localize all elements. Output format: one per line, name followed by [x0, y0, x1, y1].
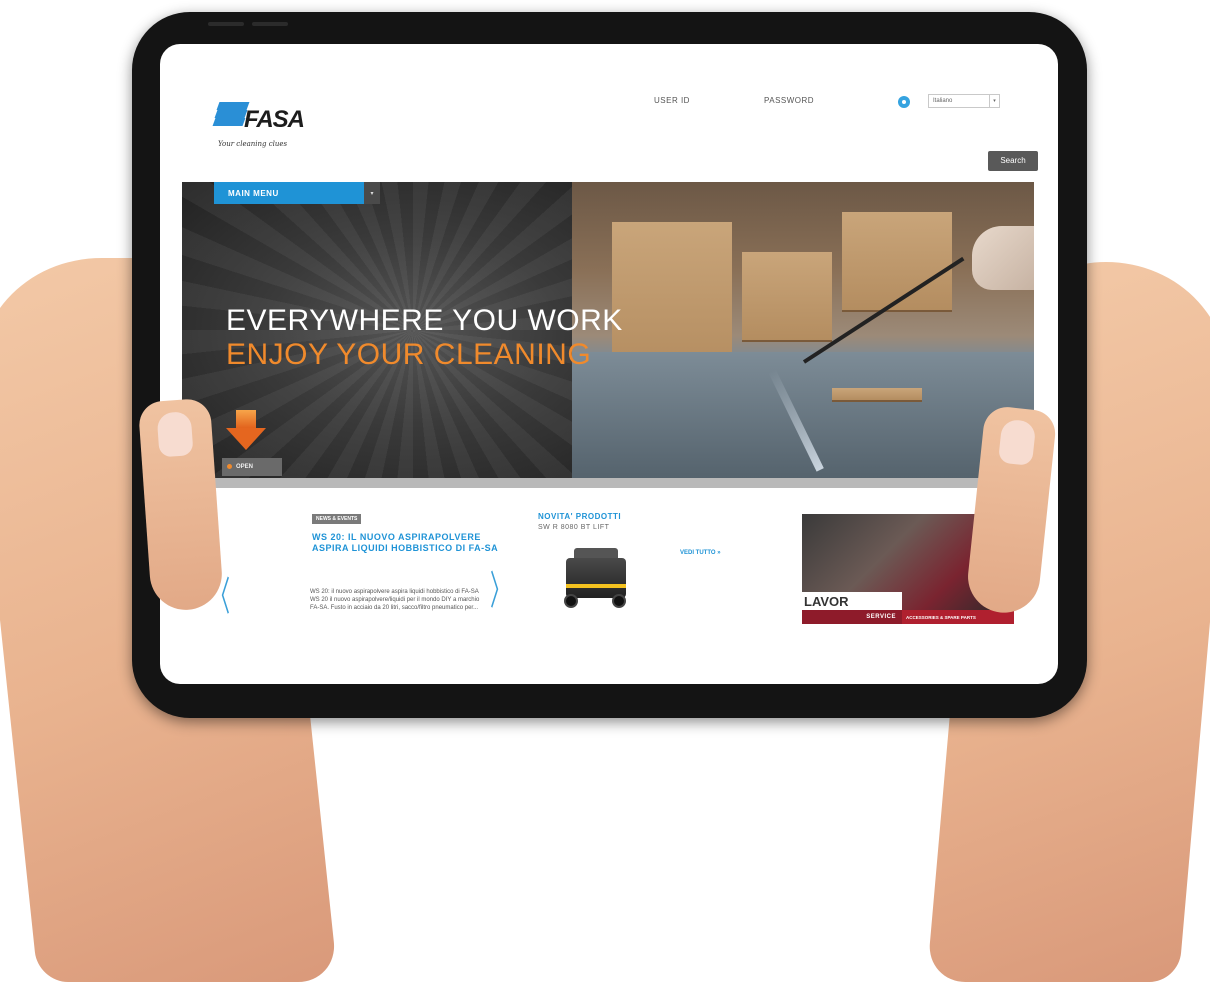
service-label[interactable]: SERVICE: [802, 610, 902, 624]
password-field[interactable]: PASSWORD: [764, 96, 814, 105]
wood-plank: [832, 388, 922, 402]
photo-stage: FASA Your cleaning clues USER ID PASSWOR…: [0, 0, 1210, 982]
hero-headline: EVERYWHERE YOU WORK: [226, 304, 623, 337]
logo-mark-icon: [212, 102, 250, 132]
user-id-field[interactable]: USER ID: [654, 96, 690, 105]
main-menu-button[interactable]: MAIN MENU: [214, 182, 364, 204]
hero-bottom-strip: [182, 478, 1034, 488]
hero-banner: MAIN MENU ▾ EVERYWHERE YOU WORK ENJOY YO…: [182, 182, 1034, 478]
wet-floor: [572, 352, 1034, 478]
scrubber-machine-image[interactable]: [558, 544, 634, 614]
settings-icon[interactable]: [898, 96, 910, 108]
bullet-icon: [227, 464, 232, 469]
next-arrow-icon[interactable]: 〉: [490, 558, 510, 616]
product-name: SW R 8080 BT LIFT: [538, 524, 610, 531]
news-excerpt: WS 20: il nuovo aspirapolvere aspira liq…: [310, 589, 480, 611]
volume-button: [252, 22, 288, 26]
wood-crate: [842, 212, 952, 312]
news-title-link[interactable]: WS 20: IL NUOVO ASPIRAPOLVERE ASPIRA LIQ…: [312, 532, 507, 554]
down-arrow-icon[interactable]: [226, 410, 266, 452]
news-badge: NEWS & EVENTS: [312, 514, 362, 524]
fasa-logo[interactable]: FASA Your cleaning clues: [212, 100, 332, 160]
wood-crate: [742, 252, 832, 342]
chevron-down-icon[interactable]: ▾: [364, 182, 380, 204]
language-select[interactable]: Italiano ▾: [928, 94, 1000, 108]
language-value: Italiano: [933, 98, 953, 104]
hero-subheadline: ENJOY YOUR CLEANING: [226, 338, 592, 371]
search-button[interactable]: Search: [988, 151, 1038, 171]
open-button[interactable]: OPEN: [222, 458, 282, 476]
logo-tagline: Your cleaning clues: [218, 140, 288, 148]
logo-text: FASA: [244, 106, 305, 133]
worker-arm: [972, 226, 1034, 290]
chevron-down-icon: ▾: [989, 95, 999, 107]
left-thumb: [137, 397, 225, 613]
lavor-brand: LAVOR: [802, 592, 902, 610]
see-all-link[interactable]: VEDI TUTTO »: [680, 550, 721, 556]
products-title: NOVITA' PRODOTTI: [538, 512, 622, 521]
wood-crate: [612, 222, 732, 372]
website-screen: FASA Your cleaning clues USER ID PASSWOR…: [160, 44, 1058, 684]
volume-button: [208, 22, 244, 26]
tablet-device: FASA Your cleaning clues USER ID PASSWOR…: [132, 12, 1087, 718]
open-label: OPEN: [236, 464, 254, 470]
